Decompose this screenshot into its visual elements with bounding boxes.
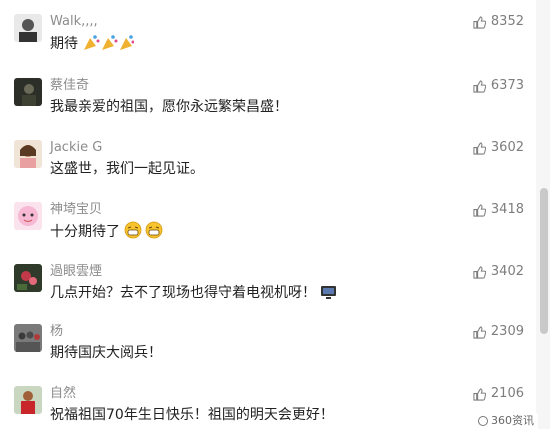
comment-text-content: 十分期待了 <box>50 224 120 240</box>
comment-item: Jackie G 这盛世，我们一起见证。 3602 <box>0 140 534 200</box>
avatar[interactable] <box>14 140 42 168</box>
like-count: 8352 <box>490 14 524 29</box>
like-button[interactable]: 8352 <box>473 14 524 30</box>
like-button[interactable]: 3602 <box>473 140 524 156</box>
like-count: 3402 <box>490 264 524 279</box>
comment-text: 期待国庆大阅兵！ <box>50 345 162 361</box>
comment-text: 我最亲爱的祖国，愿你永远繁荣昌盛！ <box>50 99 288 115</box>
thumbs-up-icon <box>473 15 486 29</box>
avatar[interactable] <box>14 264 42 292</box>
avatar[interactable] <box>14 78 42 106</box>
comment-text: 祝福祖国70年生日快乐！祖国的明天会更好！ <box>50 407 334 423</box>
like-button[interactable]: 3418 <box>473 202 524 218</box>
avatar[interactable] <box>14 324 42 352</box>
like-count: 2106 <box>490 386 524 401</box>
commenter-name[interactable]: 神埼宝贝 <box>50 202 102 218</box>
scrollbar[interactable] <box>536 0 550 429</box>
like-button[interactable]: 3402 <box>473 264 524 280</box>
avatar[interactable] <box>14 386 42 414</box>
comment-item: 杨 期待国庆大阅兵！ 2309 <box>0 324 534 384</box>
comment-feed: Walk,,,, 期待 8352 蔡佳奇 我最亲爱的祖国，愿你永远繁荣昌盛！ 6… <box>0 0 534 429</box>
comment-item: 自然 祝福祖国70年生日快乐！祖国的明天会更好！ 2106 <box>0 386 534 429</box>
commenter-name[interactable]: Walk,,,, <box>50 14 98 30</box>
like-count: 3602 <box>490 140 524 155</box>
like-count: 2309 <box>490 324 524 339</box>
comment-text-content: 几点开始？去不了现场也得守着电视机呀！ <box>50 285 316 301</box>
thumbs-up-icon <box>473 203 486 217</box>
thumbs-up-icon <box>473 325 486 339</box>
comment-item: 蔡佳奇 我最亲爱的祖国，愿你永远繁荣昌盛！ 6373 <box>0 78 534 138</box>
like-button[interactable]: 2309 <box>473 324 524 340</box>
comment-item: 過眼雲煙 几点开始？去不了现场也得守着电视机呀！ 3402 <box>0 264 534 324</box>
like-count: 6373 <box>490 78 524 93</box>
comment-text: 期待 <box>50 33 135 54</box>
scrollbar-thumb[interactable] <box>540 188 548 334</box>
comment-text: 十分期待了 <box>50 221 164 242</box>
like-count: 3418 <box>490 202 524 217</box>
thumbs-up-icon <box>473 387 486 401</box>
commenter-name[interactable]: 蔡佳奇 <box>50 78 89 94</box>
avatar[interactable] <box>14 202 42 230</box>
comment-item: Walk,,,, 期待 8352 <box>0 14 534 74</box>
tv-emoji-icon <box>321 286 337 299</box>
like-button[interactable]: 6373 <box>473 78 524 94</box>
watermark-logo-icon <box>478 416 488 426</box>
comment-text: 这盛世，我们一起见证。 <box>50 161 204 177</box>
comment-text: 几点开始？去不了现场也得守着电视机呀！ <box>50 283 338 303</box>
like-button[interactable]: 2106 <box>473 386 524 402</box>
commenter-name[interactable]: Jackie G <box>50 140 102 156</box>
watermark: 360资讯 <box>474 413 538 429</box>
commenter-name[interactable]: 杨 <box>50 324 63 340</box>
commenter-name[interactable]: 自然 <box>50 386 76 402</box>
avatar[interactable] <box>14 14 42 42</box>
comment-text-content: 期待 <box>50 36 78 52</box>
watermark-text: 360资讯 <box>491 414 534 427</box>
thumbs-up-icon <box>473 79 486 93</box>
thumbs-up-icon <box>473 265 486 279</box>
commenter-name[interactable]: 過眼雲煙 <box>50 264 102 280</box>
grin-emoji-icon <box>125 221 163 239</box>
comment-item: 神埼宝贝 十分期待了 3418 <box>0 202 534 262</box>
party-popper-emoji-icon <box>84 35 135 50</box>
thumbs-up-icon <box>473 141 486 155</box>
